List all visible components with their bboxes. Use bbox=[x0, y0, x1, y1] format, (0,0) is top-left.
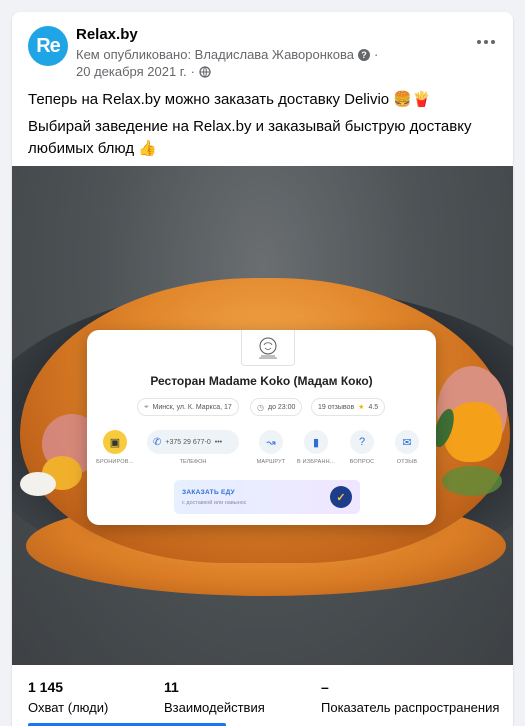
distribution-stat[interactable]: – Показатель распространения bbox=[321, 679, 499, 715]
help-icon[interactable]: ? bbox=[357, 48, 370, 61]
post-card: Re Relax.by Кем опубликовано: Владислава… bbox=[12, 12, 513, 726]
post-insights: 1 145 Охват (люди) 11 Взаимодействия – П… bbox=[12, 665, 513, 726]
reach-stat[interactable]: 1 145 Охват (люди) bbox=[28, 679, 108, 715]
app-screenshot-card: Ресторан Madame Koko (Мадам Коко) ⌖ Минс… bbox=[87, 330, 436, 525]
more-dot-icon bbox=[491, 40, 495, 44]
phone-icon: ✆ bbox=[153, 436, 162, 448]
phone-label: ТЕЛЕФОН bbox=[179, 459, 207, 465]
more-dot-icon bbox=[477, 40, 481, 44]
bookmark-icon: ▮ bbox=[304, 430, 328, 454]
book-action[interactable]: ▣ БРОНИРОВ... bbox=[89, 430, 141, 470]
hours-text: до 23:00 bbox=[267, 403, 296, 411]
globe-icon bbox=[199, 65, 211, 78]
review-action[interactable]: ✉ ОТЗЫВ bbox=[381, 430, 433, 470]
book-label: БРОНИРОВ... bbox=[96, 459, 134, 465]
post-text-line1: Теперь на Relax.by можно заказать достав… bbox=[28, 91, 431, 108]
cream-shape bbox=[20, 472, 56, 496]
address-chip[interactable]: ⌖ Минск, ул. К. Маркса, 17 bbox=[137, 398, 239, 416]
favorites-label: В ИЗБРАНН... bbox=[297, 459, 335, 465]
favorites-action[interactable]: ▮ В ИЗБРАНН... bbox=[290, 430, 342, 470]
question-icon: ? bbox=[350, 430, 374, 454]
post-text-line2: Выбирай заведение на Relax.by и заказыва… bbox=[28, 118, 472, 157]
post-image[interactable]: Ресторан Madame Koko (Мадам Коко) ⌖ Минс… bbox=[12, 166, 513, 665]
page-avatar[interactable]: Re bbox=[28, 26, 68, 66]
date-line: 20 декабря 2021 г. · bbox=[76, 64, 211, 79]
rating-text: 4.5 bbox=[368, 403, 379, 411]
distribution-label: Показатель распространения bbox=[321, 700, 500, 715]
restaurant-logo bbox=[241, 330, 295, 366]
more-dot-icon bbox=[484, 40, 488, 44]
reviews-chip[interactable]: 19 отзывов ★ 4.5 bbox=[311, 398, 386, 416]
phone-more-dots: ••• bbox=[214, 438, 223, 446]
reach-value: 1 145 bbox=[28, 679, 64, 695]
order-title: ЗАКАЗАТЬ ЕДУ bbox=[182, 489, 236, 496]
action-row: ▣ БРОНИРОВ... ✆ +375 29 677-0 ••• ТЕЛЕФО… bbox=[87, 430, 436, 470]
greens-shape bbox=[442, 466, 502, 496]
order-subtitle: с доставкой или навынос bbox=[182, 500, 247, 506]
reviews-text: 19 отзывов bbox=[318, 403, 355, 411]
order-food-button[interactable]: ЗАКАЗАТЬ ЕДУ с доставкой или навынос ✓ bbox=[174, 480, 360, 514]
address-text: Минск, ул. К. Маркса, 17 bbox=[152, 403, 232, 411]
phone-pill[interactable]: ✆ +375 29 677-0 ••• bbox=[147, 430, 239, 454]
distribution-value: – bbox=[321, 679, 329, 695]
engagement-label: Взаимодействия bbox=[164, 700, 265, 715]
engagement-stat[interactable]: 11 Взаимодействия bbox=[164, 679, 265, 715]
published-by-text: Кем опубликовано: Владислава Жаворонкова bbox=[76, 47, 354, 62]
location-pin-icon: ⌖ bbox=[144, 402, 149, 411]
chat-icon: ✉ bbox=[395, 430, 419, 454]
post-date[interactable]: 20 декабря 2021 г. bbox=[76, 64, 187, 79]
star-icon: ★ bbox=[358, 404, 365, 411]
page-name-link[interactable]: Relax.by bbox=[76, 26, 138, 43]
more-options-button[interactable] bbox=[471, 32, 501, 52]
review-label: ОТЗЫВ bbox=[396, 459, 418, 465]
post-header: Re Relax.by Кем опубликовано: Владислава… bbox=[12, 12, 513, 84]
separator-dot: · bbox=[190, 64, 195, 79]
checkmark-icon: ✓ bbox=[330, 486, 352, 508]
phone-number: +375 29 677-0 bbox=[165, 438, 211, 446]
clock-icon: ◷ bbox=[257, 402, 264, 412]
published-by-line: Кем опубликовано: Владислава Жаворонкова… bbox=[76, 47, 378, 62]
calendar-icon: ▣ bbox=[103, 430, 127, 454]
hours-chip[interactable]: ◷ до 23:00 bbox=[250, 398, 303, 416]
route-icon: ↝ bbox=[259, 430, 283, 454]
separator-dot: · bbox=[373, 47, 379, 62]
engagement-value: 11 bbox=[164, 679, 179, 695]
reach-label: Охват (люди) bbox=[28, 700, 109, 715]
restaurant-logo-icon bbox=[259, 337, 277, 358]
restaurant-name: Ресторан Madame Koko (Мадам Коко) bbox=[150, 374, 373, 388]
